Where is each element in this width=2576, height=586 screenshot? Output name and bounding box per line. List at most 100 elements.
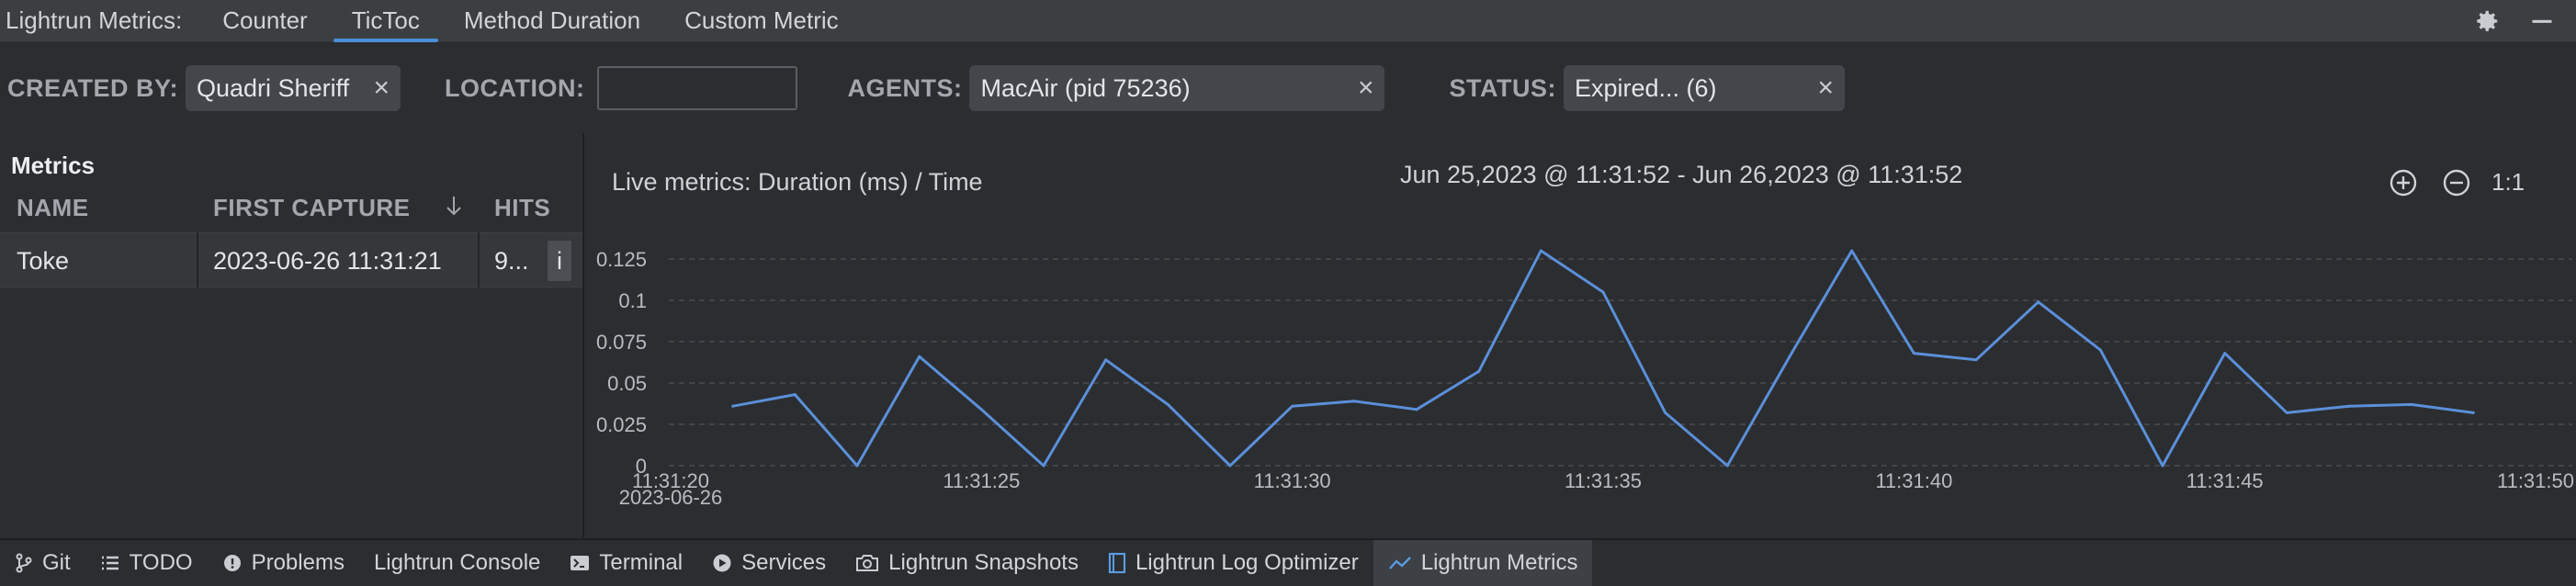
row-hits: 9... [494, 246, 529, 275]
tab-custom-metric[interactable]: Custom Metric [662, 0, 861, 42]
y-tick-label: 0.05 [607, 372, 647, 395]
data-point [1042, 464, 1045, 468]
data-point [2410, 402, 2413, 406]
data-point [918, 355, 921, 358]
tool-tab-lightrun-console[interactable]: Lightrun Console [359, 540, 555, 586]
tool-tab-lightrun-log-optimizer[interactable]: Lightrun Log Optimizer [1093, 540, 1373, 586]
location-input[interactable] [597, 66, 798, 110]
metrics-panel: Metrics NAME FIRST CAPTURE HITS Toke 202… [0, 133, 584, 537]
y-tick-label: 0.1 [618, 289, 647, 312]
x-tick-label: 11:31:30 [1254, 469, 1331, 492]
metrics-panel-title: Metrics [11, 152, 96, 179]
row-info-button[interactable]: i [548, 241, 571, 281]
branch-icon [15, 553, 33, 573]
data-point [855, 464, 859, 468]
status-chip[interactable]: Expired... (6) × [1563, 65, 1845, 111]
filter-bar: CREATED BY: Quadri Sheriff × LOCATION: A… [0, 43, 2576, 133]
status-label: STATUS: [1449, 73, 1556, 102]
column-divider [478, 232, 480, 287]
log-optimizer-icon [1108, 552, 1126, 574]
data-point [1912, 352, 1915, 355]
series-line [732, 249, 2474, 468]
tool-tab-terminal[interactable]: Terminal [555, 540, 697, 586]
x-tick-label: 11:31:45 [2186, 469, 2264, 492]
x-tick-label: 11:31:50 [2497, 469, 2574, 492]
data-point [793, 393, 797, 397]
chart-line-icon [1388, 555, 1412, 571]
tool-tab-label: Git [42, 550, 71, 575]
data-point [1477, 369, 1481, 373]
tool-tab-label: Lightrun Log Optimizer [1135, 550, 1359, 575]
clear-agents-icon[interactable]: × [1343, 73, 1374, 104]
clear-created-by-icon[interactable]: × [358, 73, 390, 104]
data-point [1228, 464, 1232, 468]
tool-tab-label: Terminal [599, 550, 684, 575]
data-point [1291, 404, 1294, 408]
tool-tab-lightrun-metrics[interactable]: Lightrun Metrics [1373, 540, 1593, 586]
data-point [2223, 352, 2227, 355]
x-tick-date-label: 2023-06-26 [619, 486, 723, 509]
tool-tab-label: Lightrun Metrics [1420, 550, 1578, 575]
data-point [1725, 464, 1729, 468]
data-point [1104, 358, 1108, 362]
column-header-hits[interactable]: HITS [494, 194, 550, 222]
status-value: Expired... (6) [1574, 73, 1717, 102]
tool-tab-todo[interactable]: TODO [85, 540, 208, 586]
data-point [1601, 290, 1605, 294]
data-point [2037, 300, 2040, 304]
data-point [1539, 249, 1542, 253]
warning-icon [222, 553, 243, 573]
data-point [2285, 411, 2288, 414]
tool-tab-label: Problems [251, 550, 345, 575]
column-header-first-capture[interactable]: FIRST CAPTURE [213, 194, 411, 222]
services-icon [712, 553, 732, 573]
table-row[interactable]: Toke 2023-06-26 11:31:21 9... i [0, 232, 582, 287]
tab-method-duration[interactable]: Method Duration [442, 0, 662, 42]
created-by-label: CREATED BY: [7, 73, 178, 102]
agents-chip[interactable]: MacAir (pid 75236) × [969, 65, 1385, 111]
x-tick-label: 11:31:25 [943, 469, 1020, 492]
tab-counter[interactable]: Counter [200, 0, 330, 42]
tool-tab-services[interactable]: Services [697, 540, 841, 586]
column-divider [197, 232, 198, 287]
tool-tab-lightrun-snapshots[interactable]: Lightrun Snapshots [841, 540, 1093, 586]
row-first-capture: 2023-06-26 11:31:21 [213, 246, 442, 275]
data-point [1352, 400, 1356, 403]
data-point [979, 408, 983, 411]
y-tick-label: 0.025 [596, 413, 647, 436]
metrics-tab-bar: Lightrun Metrics: Counter TicToc Method … [0, 0, 2576, 42]
location-label: LOCATION: [445, 73, 585, 102]
tab-tictoc[interactable]: TicToc [330, 0, 442, 42]
app-title: Lightrun Metrics: [6, 6, 183, 34]
created-by-chip[interactable]: Quadri Sheriff × [186, 65, 401, 111]
data-point [1166, 402, 1169, 406]
column-header-name[interactable]: NAME [17, 194, 89, 222]
created-by-value: Quadri Sheriff [197, 73, 350, 102]
x-tick-label: 11:31:35 [1565, 469, 1642, 492]
tool-tab-label: TODO [129, 550, 193, 575]
duration-line-chart[interactable]: 00.0250.050.0750.10.12511:31:202023-06-2… [592, 133, 2576, 537]
agents-value: MacAir (pid 75236) [980, 73, 1191, 102]
sort-desc-icon[interactable] [445, 194, 463, 224]
chart-panel: Live metrics: Duration (ms) / Time Jun 2… [592, 133, 2576, 537]
data-point [1664, 411, 1667, 414]
clear-status-icon[interactable]: × [1802, 73, 1834, 104]
tool-tab-problems[interactable]: Problems [208, 540, 359, 586]
data-point [2471, 411, 2475, 414]
tool-tab-label: Services [741, 550, 827, 575]
minimize-icon[interactable] [2526, 6, 2558, 37]
tool-tab-label: Lightrun Snapshots [888, 550, 1079, 575]
y-tick-label: 0.075 [596, 331, 647, 354]
data-point [1415, 408, 1418, 411]
data-point [1788, 355, 1791, 358]
tool-tab-label: Lightrun Console [373, 550, 541, 575]
list-icon [100, 554, 120, 572]
settings-gear-icon[interactable] [2471, 6, 2503, 37]
terminal-icon [570, 554, 590, 572]
data-point [2098, 348, 2102, 352]
camera-icon [855, 553, 879, 573]
y-tick-label: 0.125 [596, 248, 647, 271]
x-tick-label: 11:31:40 [1875, 469, 1952, 492]
tool-tab-git[interactable]: Git [0, 540, 85, 586]
data-point [2161, 464, 2164, 468]
